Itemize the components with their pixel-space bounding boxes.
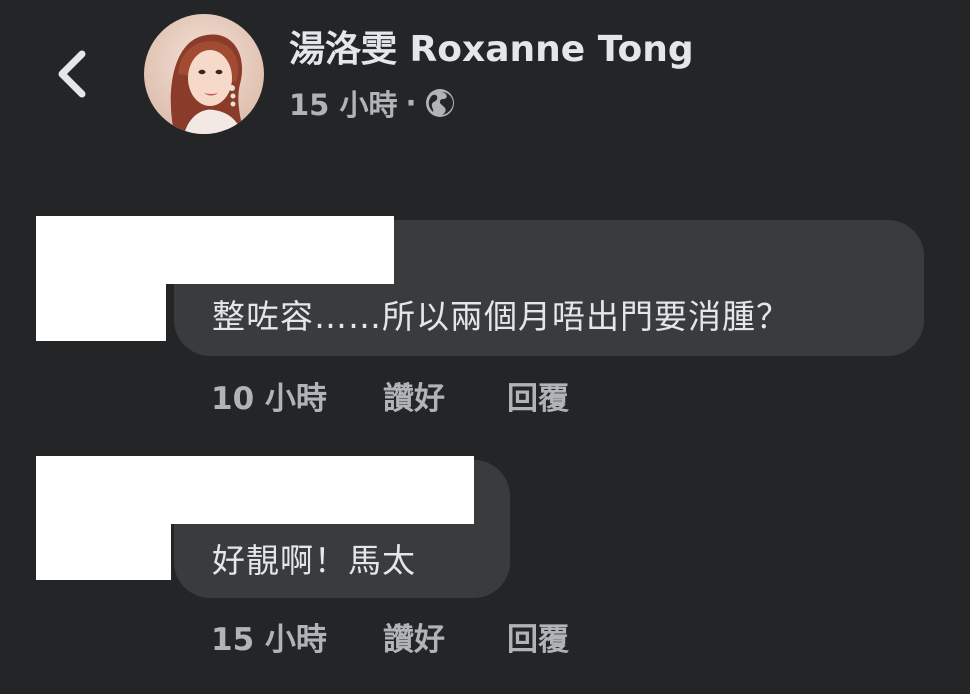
post-timestamp[interactable]: 15 小時	[289, 82, 397, 124]
comment-text: 好靚啊！馬太	[212, 541, 416, 580]
comment-actions: 15 小時 讚好 回覆	[211, 613, 569, 659]
globe-icon[interactable]	[424, 87, 456, 119]
meta-separator: ·	[405, 86, 417, 120]
comment-actions: 10 小時 讚好 回覆	[211, 372, 569, 418]
post-meta: 15 小時 ·	[289, 82, 456, 124]
redacted-commenter-avatar	[36, 520, 171, 580]
comment-time[interactable]: 15 小時	[211, 614, 383, 659]
like-button[interactable]: 讚好	[383, 614, 507, 659]
comment-text: 整咗容……所以兩個月唔出門要消腫？	[212, 297, 790, 336]
back-button[interactable]	[44, 44, 100, 104]
reply-button[interactable]: 回覆	[507, 614, 569, 659]
reply-button[interactable]: 回覆	[507, 373, 569, 418]
redacted-commenter-name	[36, 456, 474, 524]
chevron-left-icon	[58, 50, 86, 98]
like-button[interactable]: 讚好	[383, 373, 507, 418]
author-avatar[interactable]	[144, 14, 264, 134]
avatar-portrait	[144, 14, 264, 134]
author-name[interactable]: 湯洛雯 Roxanne Tong	[289, 26, 694, 74]
redacted-commenter-avatar	[36, 280, 166, 341]
comment-time[interactable]: 10 小時	[211, 373, 383, 418]
redacted-commenter-name	[36, 216, 394, 284]
